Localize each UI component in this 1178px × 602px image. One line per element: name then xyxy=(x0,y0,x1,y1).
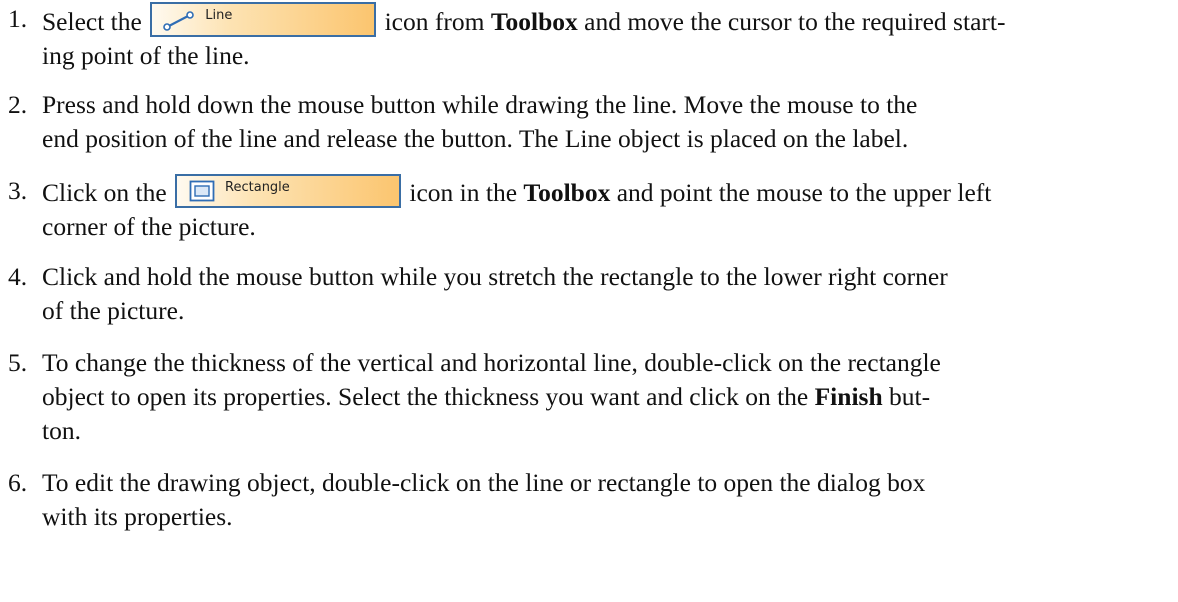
step-number: 4. xyxy=(8,262,28,291)
step-text-segment: To change the thickness of the vertical … xyxy=(42,348,941,377)
finish-term: Finish xyxy=(814,382,883,411)
step-text-segment: end position of the line and release the… xyxy=(42,124,909,153)
step-text: Click on the Rectangle icon in the Toolb… xyxy=(42,174,1170,244)
toolbox-term: Toolbox xyxy=(523,178,611,207)
step-text-segment: but- xyxy=(882,382,931,411)
step-text-segment: Click on the xyxy=(42,178,174,207)
step-text-segment: with its properties. xyxy=(42,502,233,531)
step-number: 1. xyxy=(8,4,28,33)
step-text-segment: object to open its properties. Select th… xyxy=(42,382,815,411)
step-text-segment: Press and hold down the mouse button whi… xyxy=(42,90,918,119)
step-number: 5. xyxy=(8,348,28,377)
step-text: To edit the drawing object, double-click… xyxy=(42,466,1170,534)
step-number: 6. xyxy=(8,468,28,497)
step-5: 5. To change the thickness of the vertic… xyxy=(0,346,1170,448)
step-4: 4. Click and hold the mouse button while… xyxy=(0,260,1170,328)
line-tool-button[interactable]: Line xyxy=(150,2,377,37)
step-text-segment: Click and hold the mouse button while yo… xyxy=(42,262,948,291)
step-text-segment: ton. xyxy=(42,416,81,445)
line-tool-label: Line xyxy=(205,8,233,23)
step-3: 3. Click on the Rectangle icon in the To… xyxy=(0,174,1170,244)
instruction-document: 1. Select the Line icon from Toolbox and… xyxy=(0,0,1178,602)
step-text-segment: To edit the drawing object, double-click… xyxy=(42,468,926,497)
step-text-segment: ing point of the line. xyxy=(42,41,250,70)
step-text: To change the thickness of the vertical … xyxy=(42,346,1170,448)
step-6: 6. To edit the drawing object, double-cl… xyxy=(0,466,1170,534)
step-number: 3. xyxy=(8,176,28,205)
rectangle-tool-icon xyxy=(189,180,215,202)
step-text-segment: of the picture. xyxy=(42,296,185,325)
rectangle-tool-button[interactable]: Rectangle xyxy=(175,174,402,208)
step-2: 2. Press and hold down the mouse button … xyxy=(0,88,1170,156)
step-text-segment: icon from xyxy=(378,7,491,36)
step-text-segment: and move the cursor to the required star… xyxy=(577,7,1006,36)
toolbox-term: Toolbox xyxy=(490,7,578,36)
step-text-segment: Select the xyxy=(42,7,149,36)
step-text-segment: and point the mouse to the upper left xyxy=(610,178,992,207)
step-number: 2. xyxy=(8,90,28,119)
step-text: Click and hold the mouse button while yo… xyxy=(42,260,1170,328)
rectangle-tool-label: Rectangle xyxy=(225,180,290,195)
line-tool-icon xyxy=(163,11,195,31)
step-text-segment: icon in the xyxy=(403,178,524,207)
step-1: 1. Select the Line icon from Toolbox and… xyxy=(0,2,1170,73)
step-text: Press and hold down the mouse button whi… xyxy=(42,88,1170,156)
step-text-segment: corner of the picture. xyxy=(42,212,256,241)
step-text: Select the Line icon from Toolbox and mo… xyxy=(42,2,1170,73)
